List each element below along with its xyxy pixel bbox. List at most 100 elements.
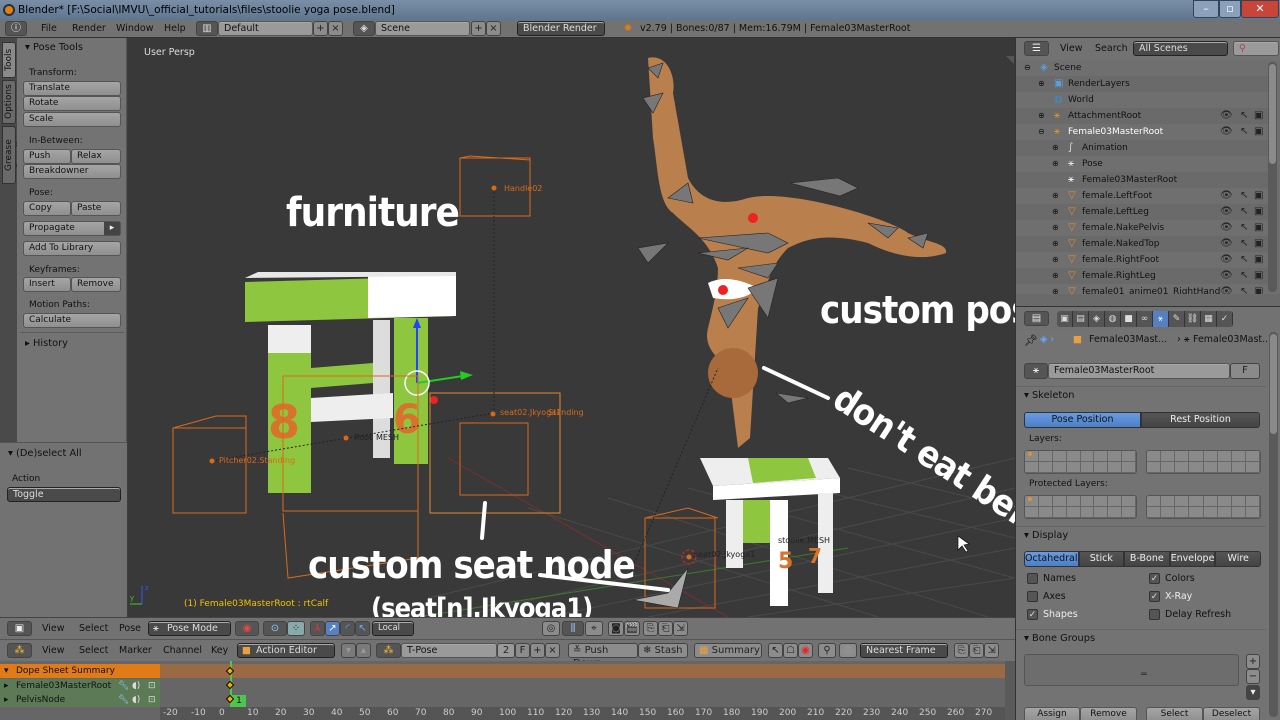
screen-layout-icon[interactable]: ▥	[196, 21, 218, 36]
render-animation-icon[interactable]: 🎬	[624, 621, 640, 636]
tab-grease-pencil[interactable]: Grease Pencil	[2, 126, 26, 184]
display-mode-envelope[interactable]: Envelope	[1169, 551, 1216, 567]
only-errors-icon[interactable]: ◉	[798, 643, 813, 658]
stash-button[interactable]: ❄ Stash	[638, 643, 688, 658]
tab-options[interactable]: Options	[2, 80, 16, 124]
menu-select[interactable]: Select	[79, 620, 108, 638]
remove-from-bone-group-button[interactable]: Remove	[1080, 707, 1137, 720]
filter-search-icon[interactable]: ⚲	[818, 643, 836, 658]
expand-icon[interactable]: ▾	[4, 664, 9, 678]
remove-scene-button[interactable]: ×	[486, 21, 501, 36]
tab-particles-icon[interactable]: ✓	[1217, 311, 1233, 327]
deselect-bone-group-button[interactable]: Deselect	[1203, 707, 1260, 720]
renderable-camera-icon[interactable]: ▣	[1254, 204, 1263, 220]
scale-button[interactable]: Scale	[23, 112, 121, 127]
renderable-camera-icon[interactable]: ▣	[1254, 268, 1263, 284]
editor-type-3d-view-icon[interactable]: ▣	[7, 621, 32, 636]
pose-position-toggle[interactable]: Pose Position	[1024, 412, 1141, 428]
selectable-cursor-icon[interactable]: ↖	[1240, 124, 1248, 140]
protected-layers-grid-1[interactable]	[1024, 495, 1137, 519]
tab-render-layers-icon[interactable]: ▤	[1073, 311, 1089, 327]
axes-checkbox[interactable]	[1027, 591, 1038, 602]
display-mode-select[interactable]: All Scenes	[1133, 41, 1228, 56]
tab-armature-data-icon[interactable]: ⚹	[1153, 311, 1169, 327]
outliner-row[interactable]: ⊕ ▽ female.LeftFoot 👁︎ ↖ ▣	[1016, 188, 1268, 204]
scene-icon[interactable]: ◈	[353, 21, 375, 36]
outliner-row[interactable]: ⊕ ▽ female.LeftLeg 👁︎ ↖ ▣	[1016, 204, 1268, 220]
expand-icon[interactable]: ▸	[4, 679, 9, 693]
translate-manipulator-icon[interactable]: ↗	[325, 621, 340, 636]
menu-channel[interactable]: Channel	[163, 642, 202, 660]
relax-button[interactable]: Relax	[71, 149, 121, 164]
paste-flipped-pose-icon[interactable]: ⇲	[673, 621, 688, 636]
interaction-mode-select[interactable]: ⚹ Pose Mode	[148, 621, 231, 636]
channel-dope-sheet-summary[interactable]: ▾ Dope Sheet Summary	[0, 664, 160, 678]
scrollbar-thumb[interactable]	[1269, 64, 1276, 164]
history-panel-header[interactable]: ▸ History	[17, 335, 127, 353]
expand-toggle-icon[interactable]: ⊕	[1052, 204, 1059, 220]
armature-name-field[interactable]: Female03MasterRoot	[1048, 363, 1230, 379]
action-users-count[interactable]: 2	[497, 643, 515, 658]
deselect-all-header[interactable]: ▾ (De)select All	[0, 445, 127, 463]
outliner-row[interactable]: ⊕ ▽ female.RightFoot 👁︎ ↖ ▣	[1016, 252, 1268, 268]
frame-ruler[interactable]: -20 -10 0 10 20 30 40 50 60 70 80 90 100 110 120 130 140…	[160, 707, 1005, 720]
tab-render-icon[interactable]: ▣	[1057, 311, 1073, 327]
new-action-button[interactable]: +	[530, 643, 545, 658]
visibility-eye-icon[interactable]: 👁︎	[1220, 124, 1233, 140]
renderable-camera-icon[interactable]: ▣	[1254, 252, 1263, 268]
rotate-manipulator-icon[interactable]: ◜	[340, 621, 355, 636]
menu-view[interactable]: View	[42, 642, 65, 660]
visibility-eye-icon[interactable]: 👁︎	[1220, 252, 1233, 268]
transform-orientation-select[interactable]: Local	[372, 621, 414, 636]
tab-tools[interactable]: Tools	[2, 42, 16, 78]
area-divider[interactable]	[1015, 294, 1280, 306]
add-to-library-button[interactable]: Add To Library	[23, 241, 121, 256]
tab-world-icon[interactable]: ◍	[1105, 311, 1121, 327]
add-scene-button[interactable]: +	[471, 21, 486, 36]
shapes-checkbox[interactable]: ✓	[1027, 609, 1038, 620]
3d-viewport[interactable]: 8 6 5 7 z y User Persp (1) Female03Maste…	[128, 38, 1015, 617]
outliner-row[interactable]: ◍ World	[1016, 92, 1268, 108]
selectable-cursor-icon[interactable]: ↖	[1240, 188, 1248, 204]
assign-bone-group-button[interactable]: Assign	[1024, 707, 1080, 720]
channel-female03masterroot[interactable]: ▸ Female03MasterRoot 🔧︎ ◖) ⊡	[0, 679, 160, 693]
expand-toggle-icon[interactable]: ⊕	[1052, 156, 1059, 172]
filter-by-type-icon[interactable]: ◎	[839, 643, 857, 658]
expand-toggle-icon[interactable]: ⊕	[1052, 268, 1059, 284]
menu-view[interactable]: View	[42, 620, 65, 638]
paste-flipped-keyframes-icon[interactable]: ⇲	[984, 643, 999, 658]
display-mode-stick[interactable]: Stick	[1078, 551, 1125, 567]
scale-manipulator-icon[interactable]: ↖	[355, 621, 370, 636]
manipulator-toggle-icon[interactable]: ⁘	[287, 621, 305, 636]
menu-search[interactable]: Search	[1095, 40, 1128, 58]
pin-icon[interactable]: 📌︎	[1024, 334, 1038, 347]
expand-toggle-icon[interactable]: ⊕	[1052, 252, 1059, 268]
skeleton-panel-header[interactable]: ▾ Skeleton	[1016, 386, 1266, 404]
push-button[interactable]: Push	[23, 149, 71, 164]
delay-refresh-checkbox[interactable]	[1149, 609, 1160, 620]
expand-toggle-icon[interactable]: ⊕	[1052, 220, 1059, 236]
armature-browse-icon[interactable]: ⚹	[1024, 363, 1048, 379]
wrench-icon[interactable]: 🔧︎	[118, 693, 129, 707]
selectable-cursor-icon[interactable]: ↖	[1240, 268, 1248, 284]
stoolie-mesh[interactable]: 5 7	[700, 458, 840, 606]
pivot-point-icon[interactable]: ⊙	[263, 621, 287, 636]
expand-toggle-icon[interactable]: ⊕	[1038, 76, 1045, 92]
outliner-row[interactable]: ⊖ ⚹ Female03MasterRoot 👁︎ ↖ ▣	[1016, 124, 1268, 140]
editor-type-info-icon[interactable]: ⓘ	[5, 21, 27, 36]
visibility-eye-icon[interactable]: 👁︎	[1220, 188, 1233, 204]
menu-file[interactable]: File	[41, 20, 57, 38]
outliner-row[interactable]: ⊕ ∫ Animation	[1016, 140, 1268, 156]
editor-type-outliner-icon[interactable]: ☰	[1024, 41, 1049, 56]
outliner-row[interactable]: ⊕ ⚹ AttachmentRoot 👁︎ ↖ ▣	[1016, 108, 1268, 124]
expand-toggle-icon[interactable]: ⊕	[1052, 188, 1059, 204]
menu-pose[interactable]: Pose	[119, 620, 141, 638]
next-layer-button[interactable]: ▴	[356, 643, 371, 658]
menu-key[interactable]: Key	[211, 642, 228, 660]
breakdowner-button[interactable]: Breakdowner	[23, 164, 121, 179]
selectable-cursor-icon[interactable]: ↖	[1240, 220, 1248, 236]
render-engine-select[interactable]: Blender Render	[517, 21, 605, 36]
expand-toggle-icon[interactable]: ⊖	[1038, 124, 1045, 140]
tab-object-icon[interactable]: ■	[1121, 311, 1137, 327]
outliner-row[interactable]: ⊖ ◈ Scene	[1016, 60, 1268, 76]
